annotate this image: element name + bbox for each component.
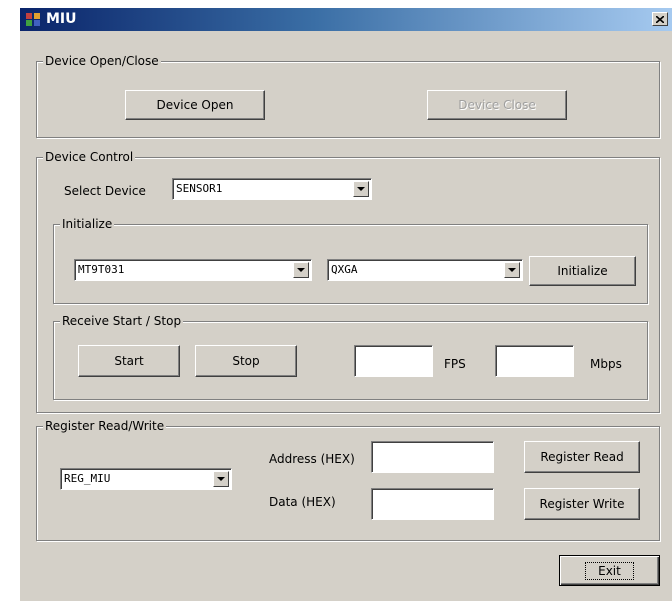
fps-label: FPS: [444, 357, 466, 371]
window-title: MIU: [46, 11, 77, 27]
sensor-select-value: MT9T031: [78, 263, 125, 276]
chevron-down-icon[interactable]: [504, 262, 520, 278]
register-read-button[interactable]: Register Read: [524, 441, 640, 473]
register-target-select[interactable]: REG_MIU: [60, 468, 232, 490]
device-open-button[interactable]: Device Open: [125, 90, 265, 120]
select-device-label: Select Device: [64, 184, 146, 198]
app-icon: [26, 13, 40, 26]
data-label: Data (HEX): [269, 495, 336, 509]
address-label: Address (HEX): [269, 452, 355, 466]
start-button[interactable]: Start: [78, 345, 180, 377]
resolution-select-value: QXGA: [331, 263, 358, 276]
device-select[interactable]: SENSOR1: [172, 178, 372, 200]
device-close-button[interactable]: Device Close: [427, 90, 567, 120]
group-legend: Device Control: [43, 149, 136, 165]
data-field[interactable]: [371, 488, 494, 520]
exit-button[interactable]: Exit: [559, 555, 660, 586]
chevron-down-icon[interactable]: [293, 262, 309, 278]
close-button[interactable]: [652, 12, 668, 26]
group-legend: Initialize: [60, 216, 115, 232]
group-legend: Register Read/Write: [43, 418, 167, 434]
mbps-field[interactable]: [495, 345, 574, 377]
device-select-value: SENSOR1: [176, 182, 223, 195]
register-write-button[interactable]: Register Write: [524, 488, 640, 520]
fps-field[interactable]: [354, 345, 433, 377]
address-field[interactable]: [371, 441, 494, 473]
close-icon: [656, 15, 664, 23]
initialize-button[interactable]: Initialize: [529, 256, 636, 286]
group-legend: Device Open/Close: [43, 53, 161, 69]
chevron-down-icon[interactable]: [213, 471, 229, 487]
title-bar[interactable]: MIU: [20, 8, 672, 31]
miu-window: MIU Device Open/Close Device Open Device…: [20, 8, 672, 601]
mbps-label: Mbps: [590, 357, 622, 371]
group-legend: Receive Start / Stop: [60, 313, 184, 329]
stop-button[interactable]: Stop: [195, 345, 297, 377]
sensor-select[interactable]: MT9T031: [74, 259, 312, 281]
chevron-down-icon[interactable]: [353, 181, 369, 197]
resolution-select[interactable]: QXGA: [327, 259, 523, 281]
exit-button-label: Exit: [585, 561, 634, 580]
register-target-value: REG_MIU: [64, 472, 111, 485]
